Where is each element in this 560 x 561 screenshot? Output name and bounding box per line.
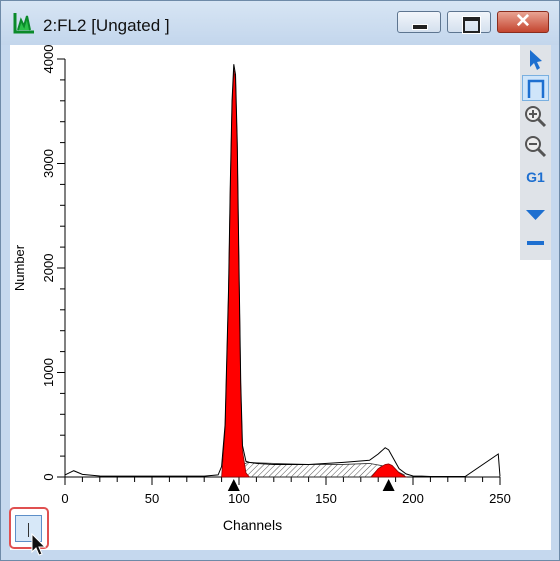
x-tick-label: 250 <box>489 491 511 506</box>
dropdown-button[interactable] <box>522 202 549 228</box>
region-gate-icon <box>527 79 545 98</box>
y-axis-label: Number <box>12 244 27 291</box>
region-gate-button[interactable] <box>522 75 549 101</box>
mouse-pointer-icon <box>31 533 47 556</box>
histogram-app-icon <box>13 13 34 34</box>
zoom-out-button[interactable] <box>522 134 549 160</box>
window-title: 2:FL2 [Ungated ] <box>43 16 170 35</box>
x-axis-label: Channels <box>223 517 282 533</box>
gate-g1-label: G1 <box>526 169 545 185</box>
close-button[interactable]: ✕ <box>497 11 549 33</box>
close-icon: ✕ <box>515 11 531 32</box>
select-arrow-icon <box>530 50 542 70</box>
title-bar[interactable]: 2:FL2 [Ungated ] ✕ <box>1 1 559 45</box>
x-tick-label: 150 <box>315 491 337 506</box>
peak-marker <box>382 479 395 491</box>
peak-marker <box>227 479 240 491</box>
y-tick-label: 1000 <box>41 358 56 387</box>
x-tick-label: 100 <box>228 491 250 506</box>
minus-button[interactable] <box>522 230 549 256</box>
dropdown-triangle-icon <box>526 210 545 220</box>
y-tick-label: 2000 <box>41 254 56 283</box>
histogram-outline <box>64 64 501 477</box>
minimize-icon <box>412 24 428 30</box>
histogram-chart[interactable]: 0 50 100 150 200 250 0 1000 2000 3000 4000 Channels… <box>10 45 520 550</box>
x-tick-label: 200 <box>402 491 424 506</box>
zoom-in-icon <box>525 106 547 128</box>
x-tick-label: 0 <box>61 491 68 506</box>
y-tick-label: 4000 <box>41 45 56 73</box>
zoom-out-icon <box>525 136 547 158</box>
select-arrow-button[interactable] <box>522 47 549 73</box>
y-tick-label: 3000 <box>41 149 56 178</box>
x-tick-label: 50 <box>145 491 159 506</box>
maximize-icon <box>463 17 480 33</box>
zoom-in-button[interactable] <box>522 104 549 130</box>
minus-icon <box>527 241 544 245</box>
maximize-button[interactable] <box>447 11 491 33</box>
gate-g1-button[interactable]: G1 <box>522 164 549 190</box>
minimize-button[interactable] <box>397 11 441 33</box>
histogram-window: 2:FL2 [Ungated ] ✕ 0 50 100 150 200 250 0 1000 2… <box>0 0 560 561</box>
y-tick-label: 0 <box>41 473 56 480</box>
